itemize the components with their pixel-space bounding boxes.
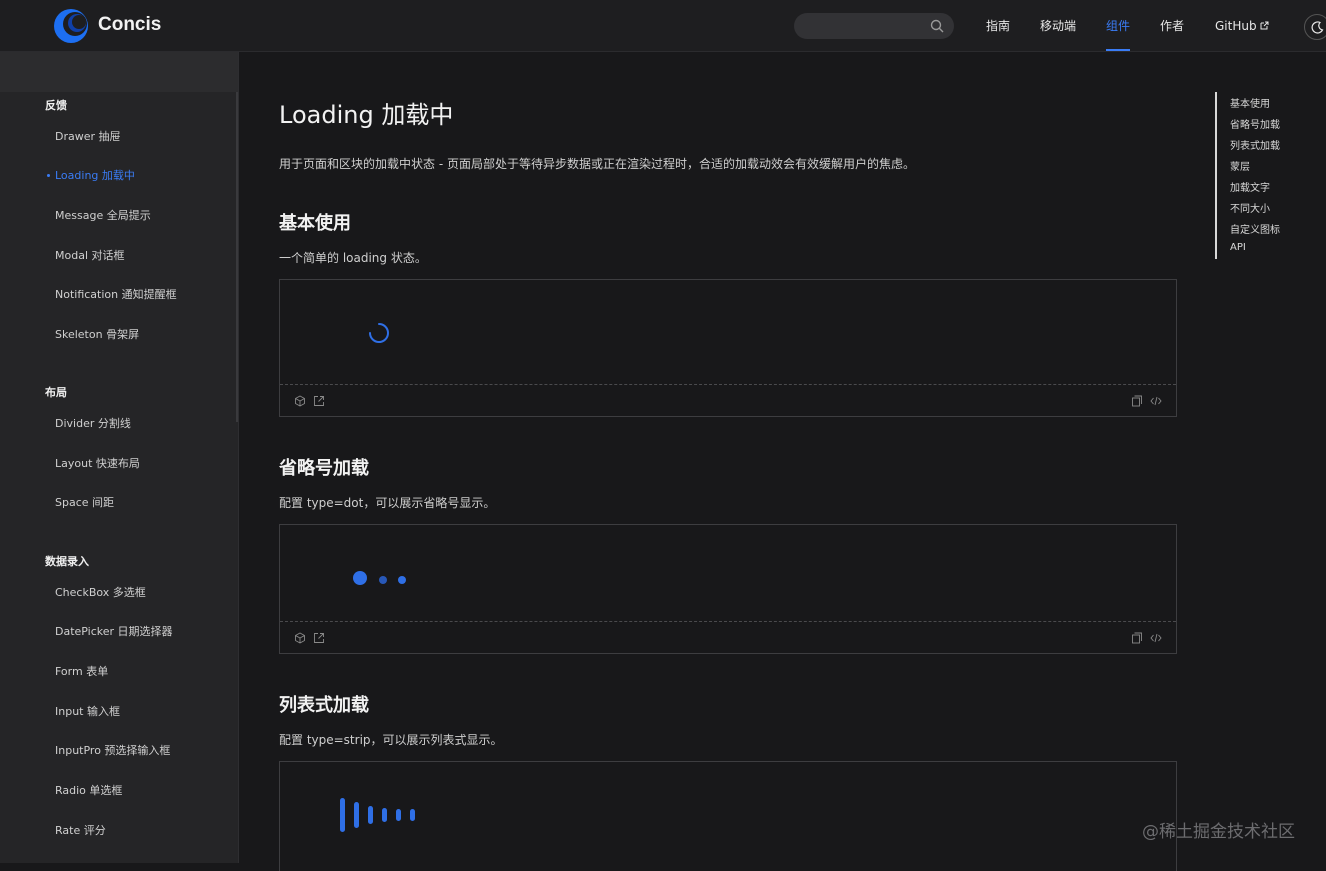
moon-icon [1311,21,1324,34]
sidebar-item-rate[interactable]: Rate 评分 [55,822,106,838]
sidebar-item-modal[interactable]: Modal 对话框 [55,247,125,263]
open-external-icon[interactable] [313,632,325,644]
sidebar-group-data-entry: 数据录入 [45,555,89,568]
show-code-icon[interactable] [1150,632,1162,644]
brand-name[interactable]: Concis [98,14,161,36]
sidebar-item-layout[interactable]: Layout 快速布局 [55,455,140,471]
section-desc-dot: 配置 type=dot，可以展示省略号显示。 [279,496,496,510]
toc-item-basic[interactable]: 基本使用 [1230,95,1270,110]
dot-loader-icon [353,571,406,585]
sidebar-item-space[interactable]: Space 间距 [55,494,114,510]
page-intro: 用于页面和区块的加载中状态 - 页面局部处于等待异步数据或正在渲染过程时，合适的… [279,157,915,171]
demo-box-dot [279,524,1177,654]
sidebar-item-notification[interactable]: Notification 通知提醒框 [55,286,177,302]
toc-item-custom-icon[interactable]: 自定义图标 [1230,221,1280,236]
concis-logo-icon[interactable] [52,7,90,45]
toc-item-mask[interactable]: 蒙层 [1230,158,1250,173]
demo-box-strip [279,761,1177,871]
sidebar-header-strip [0,52,238,92]
toc-item-dot[interactable]: 省略号加载 [1230,116,1280,131]
sidebar-item-divider[interactable]: Divider 分割线 [55,415,131,431]
search-icon[interactable] [930,19,944,33]
copy-icon[interactable] [1131,395,1143,407]
section-desc-strip: 配置 type=strip，可以展示列表式显示。 [279,733,503,747]
sidebar-item-datepicker[interactable]: DatePicker 日期选择器 [55,623,173,639]
top-header: Concis 指南 移动端 组件 作者 GitHub [0,0,1326,52]
nav-components[interactable]: 组件 [1106,0,1131,51]
toc-item-strip[interactable]: 列表式加载 [1230,137,1280,152]
nav-author[interactable]: 作者 [1160,0,1184,52]
watermark: @稀土掘金技术社区 [1142,822,1295,842]
toc-item-text[interactable]: 加载文字 [1230,179,1270,194]
codesandbox-icon[interactable] [294,632,306,644]
open-external-icon[interactable] [313,395,325,407]
spinner-icon [369,323,389,343]
active-indicator-dot [47,174,50,177]
sidebar-group-layout: 布局 [45,386,67,399]
section-title-strip: 列表式加载 [279,695,369,716]
nav-github-label: GitHub [1215,19,1257,33]
sidebar-item-checkbox[interactable]: CheckBox 多选框 [55,584,146,600]
sidebar-item-inputpro[interactable]: InputPro 预选择输入框 [55,742,170,758]
show-code-icon[interactable] [1150,395,1162,407]
sidebar-item-skeleton[interactable]: Skeleton 骨架屏 [55,326,139,342]
sidebar-item-radio[interactable]: Radio 单选框 [55,782,122,798]
demo-divider [280,384,1176,385]
toc-rail [1215,92,1217,259]
nav-github[interactable]: GitHub [1215,0,1269,52]
sidebar-item-loading[interactable]: Loading 加载中 [55,167,135,183]
sidebar-item-drawer[interactable]: Drawer 抽屉 [55,128,121,144]
sidebar-item-input[interactable]: Input 输入框 [55,703,120,719]
section-title-basic: 基本使用 [279,213,351,234]
section-title-dot: 省略号加载 [279,458,369,479]
demo-box-basic [279,279,1177,417]
codesandbox-icon[interactable] [294,395,306,407]
sidebar-item-form[interactable]: Form 表单 [55,663,108,679]
toc-item-size[interactable]: 不同大小 [1230,200,1270,215]
nav-mobile[interactable]: 移动端 [1040,0,1076,52]
external-link-icon [1260,21,1269,30]
toc-item-api[interactable]: API [1230,242,1246,253]
demo-divider [280,621,1176,622]
sidebar-item-message[interactable]: Message 全局提示 [55,207,151,223]
theme-toggle-button[interactable] [1304,14,1326,40]
page-title: Loading 加载中 [279,101,454,129]
section-desc-basic: 一个简单的 loading 状态。 [279,251,427,265]
sidebar-group-feedback: 反馈 [45,99,67,112]
sidebar-scrollbar[interactable] [236,92,238,422]
nav-guide[interactable]: 指南 [986,0,1010,52]
sidebar: 反馈 Drawer 抽屉 Loading 加载中 Message 全局提示 Mo… [0,52,239,863]
copy-icon[interactable] [1131,632,1143,644]
strip-loader-icon [340,798,415,832]
